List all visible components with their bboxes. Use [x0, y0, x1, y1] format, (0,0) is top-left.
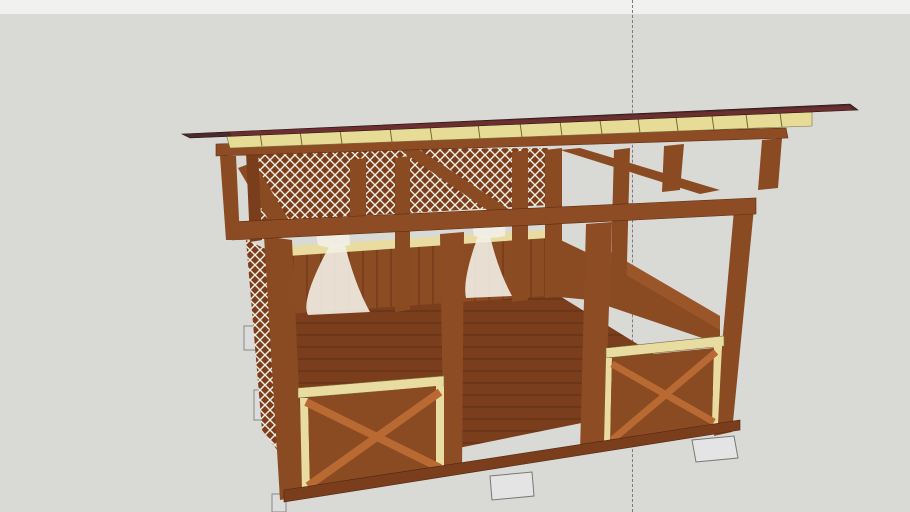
- gazebo-model[interactable]: [0, 0, 910, 512]
